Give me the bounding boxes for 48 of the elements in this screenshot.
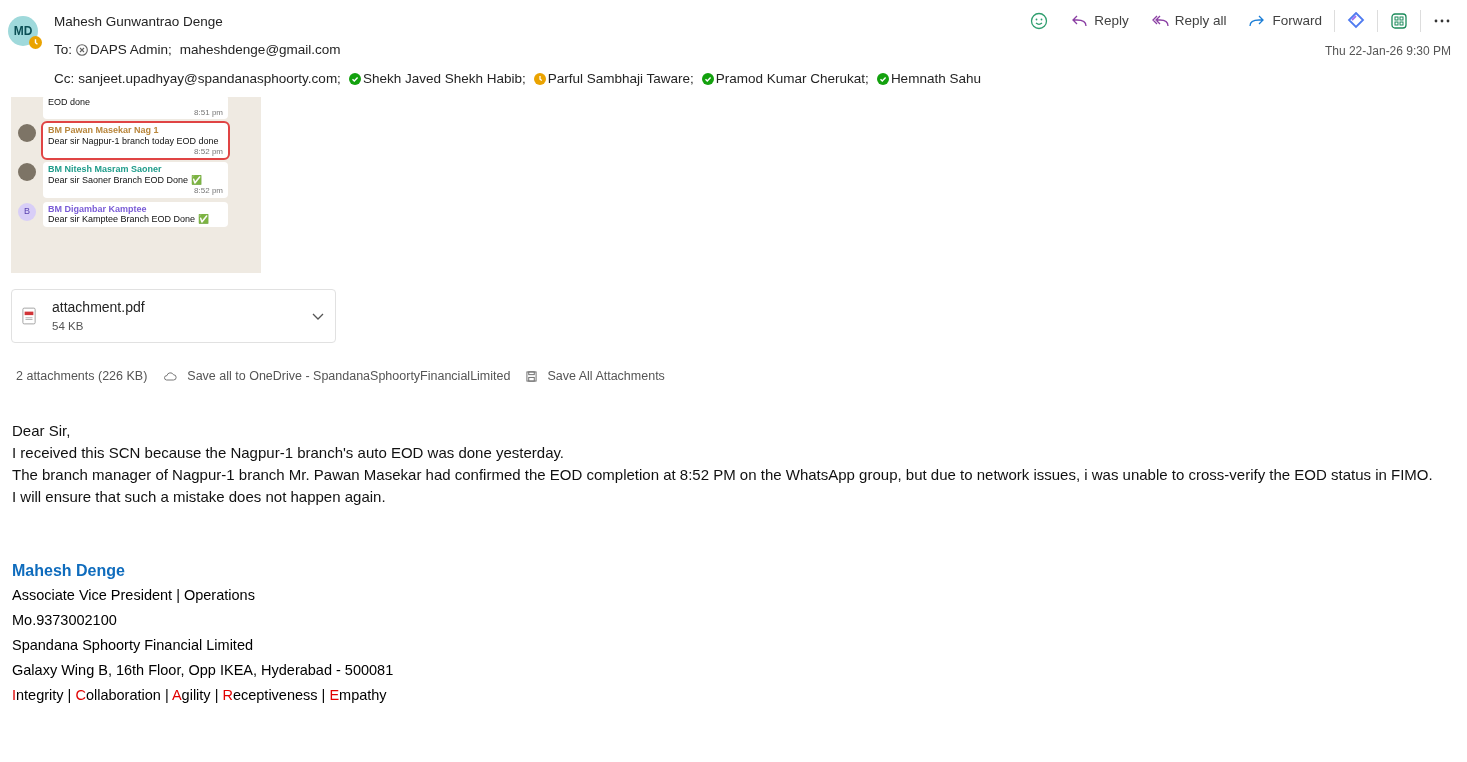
file-size: 54 KB (52, 318, 85, 334)
recipient-name[interactable]: Pramod Kumar Cherukat; (701, 68, 869, 89)
avatar-photo (18, 163, 36, 182)
avatar-initial: B (18, 202, 36, 221)
image-attachment[interactable] (11, 96, 261, 273)
attachment-count: 2 attachments (226 KB) (16, 368, 148, 385)
body-paragraph: The branch manager of Nagpur-1 branch Mr. Pawan Masekar had confirmed the EOD completion at 8:52 PM on the WhatsApp group, but due to network issues, i was unable to cross-verify the EOD status in FIMO. (12, 464, 1434, 485)
recipient-label: Cc: (54, 69, 75, 88)
save-to-onedrive-button[interactable]: Save all to OneDrive - SpandanaSphoortyFinancialLimited (163, 367, 511, 386)
chat-text: Dear sir Kamptee Branch EOD Done ✅ (48, 214, 210, 226)
signature-name: Mahesh Denge (12, 560, 126, 581)
body-paragraph: I will ensure that such a mistake does not happen again. (12, 486, 387, 507)
chat-time: 8:52 pm (193, 146, 223, 157)
file-name: attachment.pdf (52, 297, 146, 317)
date-time: Thu 22-Jan-26 9:30 PM (1324, 43, 1451, 61)
avatar-photo (18, 124, 36, 143)
body-paragraph: Dear Sir, (12, 420, 72, 441)
chat-time: 8:51 pm (193, 107, 223, 118)
signature-line: Associate Vice President | Operations (12, 585, 256, 605)
recipient-label: To: (54, 41, 72, 60)
signature-line: Galaxy Wing B, 16th Floor, Opp IKEA, Hyderabad - 500081 (12, 660, 395, 680)
signature-line: Spandana Sphoorty Financial Limited (12, 635, 254, 655)
recipient-name[interactable]: Hemnath Sahu (876, 68, 981, 89)
avatar-initials: MD (13, 23, 33, 40)
company-values: Integrity | Collaboration | Agility | Receptiveness | Empathy (12, 685, 388, 705)
chat-text: Dear sir Nagpur-1 branch today EOD done (48, 135, 220, 147)
chat-time: 8:52 pm (193, 185, 223, 196)
recipient-name[interactable]: maheshdenge@gmail.com (179, 40, 341, 61)
file-attachment-card[interactable]: attachment.pdf 54 KB (11, 288, 336, 343)
recipient-name[interactable]: sanjeet.upadhyay@spandanasphoorty.com; (78, 68, 341, 89)
save-icon (526, 370, 538, 382)
chat-sender: BM Digambar Kamptee (48, 203, 148, 215)
chat-sender: BM Nitesh Masram Saoner (48, 164, 163, 176)
recipient-name[interactable]: Parful Sambhaji Taware; (533, 68, 694, 89)
replyall-button[interactable]: Reply all (1142, 8, 1235, 35)
signature-line: Mo.9373002100 (12, 610, 118, 630)
cloud-icon (163, 370, 178, 382)
chat-text: EOD done (48, 96, 92, 108)
sender-name: Mahesh Gunwantrao Denge (54, 13, 224, 31)
recipient-name[interactable]: Shekh Javed Shekh Habib; (348, 68, 526, 89)
body-paragraph: I received this SCN because the Nagpur-1 branch's auto EOD was done yesterday. (12, 442, 566, 463)
chat-text: Dear sir Saoner Branch EOD Done ✅ (48, 175, 203, 186)
chat-sender: BM Pawan Masekar Nag 1 (48, 125, 160, 136)
recipient-name[interactable]: DAPS Admin; (76, 40, 172, 61)
reply-button[interactable]: Reply (1062, 8, 1137, 35)
forward-button[interactable]: Forward (1240, 8, 1330, 35)
save-all-attachments-button[interactable]: Save All Attachments (526, 367, 665, 386)
pdf-file-icon (22, 306, 36, 325)
